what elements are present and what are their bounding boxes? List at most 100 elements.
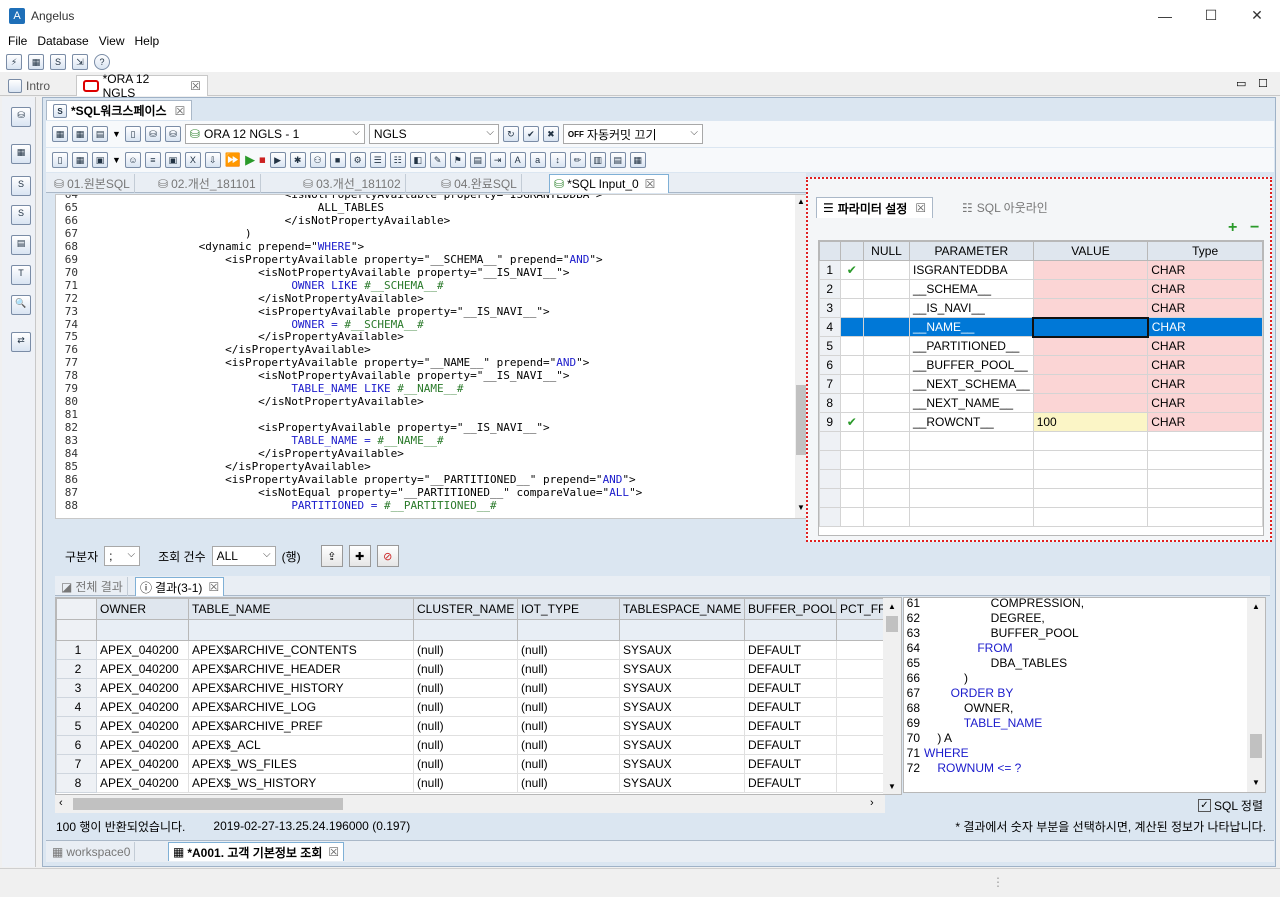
close-button[interactable]: ✕ <box>1234 0 1280 31</box>
format-icon[interactable]: ≡ <box>144 152 161 168</box>
tab-workspace0[interactable]: ▦ workspace0 <box>48 842 136 861</box>
parameter-row[interactable]: 8 __NEXT_NAME__ CHAR <box>819 393 1263 413</box>
parameter-row[interactable]: 1 ✔ ISGRANTEDDBA CHAR <box>819 260 1263 280</box>
table-cell[interactable]: APEX_040200 <box>96 735 189 755</box>
schema-select[interactable]: NGLS ⌵ <box>368 124 499 144</box>
add-rows-button[interactable]: ✚ <box>348 545 371 567</box>
tab-a001[interactable]: ▦ *A001. 고객 기본정보 조회 ☒ <box>168 842 345 861</box>
scroll-right-icon[interactable]: › <box>870 797 874 809</box>
close-tab-icon[interactable]: ☒ <box>915 201 926 215</box>
table-cell[interactable]: (null) <box>517 735 620 755</box>
separator-select[interactable]: ; ⌵ <box>104 546 141 566</box>
indent-icon[interactable]: ⇥ <box>489 152 506 168</box>
table-cell[interactable]: DEFAULT <box>743 659 838 679</box>
parameter-row[interactable]: 7 __NEXT_SCHEMA__ CHAR <box>819 374 1263 394</box>
null-header[interactable]: NULL <box>863 241 910 261</box>
table-cell[interactable]: DEFAULT <box>743 697 838 717</box>
row-icon[interactable]: ▤ <box>609 152 626 168</box>
layout-icon[interactable]: ▤ <box>92 126 108 142</box>
table-cell[interactable]: (null) <box>413 716 518 736</box>
cancel-fetch-button[interactable]: ⊘ <box>376 545 399 567</box>
parameter-type[interactable]: CHAR <box>1147 317 1263 337</box>
parameter-type[interactable]: CHAR <box>1147 355 1263 375</box>
parameter-value[interactable] <box>1032 260 1149 280</box>
tab-sql-original[interactable]: ⛁ 01.원본SQL <box>50 174 135 193</box>
column-header-table-name[interactable]: TABLE_NAME <box>188 598 414 620</box>
help-icon[interactable]: ? <box>94 53 110 70</box>
tab-sql-input[interactable]: ⛁ *SQL Input_0 ☒ <box>549 174 669 193</box>
code-text[interactable]: 64 <isNotPropertyAvailable property="ISG… <box>56 195 643 513</box>
table-cell[interactable]: DEFAULT <box>743 640 838 660</box>
menu-file[interactable]: File <box>8 34 27 48</box>
sql-editor-icon[interactable]: S <box>11 176 31 196</box>
null-cell[interactable] <box>863 336 910 356</box>
table-cell[interactable]: (null) <box>413 697 518 717</box>
maximize-button[interactable]: ☐ <box>1188 0 1234 31</box>
preview-scroll-thumb[interactable] <box>1250 734 1262 758</box>
tab-ora-12-ngls[interactable]: *ORA 12 NGLS ☒ <box>76 72 208 100</box>
table-cell[interactable]: SYSAUX <box>619 716 745 736</box>
null-cell[interactable] <box>863 298 910 318</box>
save-icon[interactable]: ▣ <box>92 152 108 168</box>
tab-all-results[interactable]: ◪ 전체 결과 <box>57 577 128 596</box>
parameter-name[interactable]: __NEXT_NAME__ <box>908 393 1034 413</box>
remove-parameter-button[interactable]: − <box>1250 219 1259 237</box>
null-cell[interactable] <box>863 412 910 432</box>
table-cell[interactable]: (null) <box>413 678 518 698</box>
save-as-icon[interactable]: ▣ <box>164 152 181 168</box>
database-info-icon[interactable]: ⛁ <box>11 107 31 127</box>
tab-sql-outline[interactable]: ☷ SQL 아웃라인 <box>956 197 1054 218</box>
bookmark-icon[interactable]: ⚑ <box>449 152 466 168</box>
chevron-down-icon[interactable]: ▼ <box>112 155 121 165</box>
parameter-row[interactable]: 9 ✔ __ROWCNT__ 100 CHAR <box>819 412 1263 432</box>
swap-icon[interactable]: ⇄ <box>11 332 31 352</box>
minimize-view-icon[interactable]: ▭ <box>1236 77 1246 90</box>
table-row[interactable]: 8 APEX_040200 APEX$_WS_HISTORY (null) (null)… <box>56 773 896 793</box>
table-cell[interactable]: APEX_040200 <box>96 678 189 698</box>
parameter-row[interactable]: 2 __SCHEMA__ CHAR <box>819 279 1263 299</box>
connection-select[interactable]: ⛁ ORA 12 NGLS - 1 ⌵ <box>184 124 365 144</box>
parameter-value[interactable] <box>1032 316 1149 338</box>
table-cell[interactable]: DEFAULT <box>743 716 838 736</box>
connect-icon[interactable]: ⛁ <box>144 126 161 142</box>
export-icon[interactable]: ⇲ <box>72 53 88 70</box>
sql-db-icon[interactable]: S <box>11 205 31 225</box>
run-all-icon[interactable]: ⏩ <box>225 152 241 168</box>
result-scroll-thumb[interactable] <box>886 616 898 632</box>
table-cell[interactable]: (null) <box>517 659 620 679</box>
parameter-value[interactable] <box>1032 298 1149 318</box>
close-tab-icon[interactable]: ☒ <box>190 79 201 93</box>
parameter-row[interactable]: 5 __PARTITIONED__ CHAR <box>819 336 1263 356</box>
sql-icon[interactable]: S <box>50 53 66 70</box>
table-cell[interactable]: SYSAUX <box>619 640 745 660</box>
maximize-view-icon[interactable]: ☐ <box>1258 77 1268 90</box>
parameter-row[interactable]: 4 __NAME__ CHAR <box>819 316 1263 338</box>
new-file-icon[interactable]: ▯ <box>52 152 68 168</box>
lowercase-icon[interactable]: a <box>529 152 546 168</box>
menu-view[interactable]: View <box>99 34 125 48</box>
parameter-value[interactable] <box>1032 374 1149 394</box>
add-parameter-button[interactable]: + <box>1228 219 1237 237</box>
table-cell[interactable]: APEX$_ACL <box>188 735 414 755</box>
parameter-row[interactable]: 6 __BUFFER_POOL__ CHAR <box>819 355 1263 375</box>
scroll-down-icon[interactable]: ▼ <box>888 782 896 791</box>
column-header-owner[interactable]: OWNER <box>96 598 189 620</box>
value-header[interactable]: VALUE <box>1032 241 1149 261</box>
commit-icon[interactable]: ✔ <box>522 126 539 142</box>
parameter-header[interactable]: PARAMETER <box>908 241 1034 261</box>
connection-tree-icon[interactable]: ▦ <box>28 53 44 70</box>
parameter-type[interactable]: CHAR <box>1147 260 1263 280</box>
column-header-tablespace-name[interactable]: TABLESPACE_NAME <box>619 598 745 620</box>
table-cell[interactable]: APEX_040200 <box>96 773 189 793</box>
parameter-value[interactable] <box>1032 279 1149 299</box>
tab-icon[interactable]: T <box>11 265 31 285</box>
table-row[interactable]: 6 APEX_040200 APEX$_ACL (null) (null) SYSAUX D… <box>56 735 896 755</box>
table-cell[interactable]: APEX_040200 <box>96 659 189 679</box>
parameter-type[interactable]: CHAR <box>1147 393 1263 413</box>
table-cell[interactable]: APEX$ARCHIVE_HISTORY <box>188 678 414 698</box>
menu-help[interactable]: Help <box>135 34 160 48</box>
parameter-name[interactable]: __PARTITIONED__ <box>908 336 1034 356</box>
table-cell[interactable]: APEX$ARCHIVE_PREF <box>188 716 414 736</box>
table-cell[interactable]: (null) <box>413 640 518 660</box>
null-cell[interactable] <box>863 355 910 375</box>
